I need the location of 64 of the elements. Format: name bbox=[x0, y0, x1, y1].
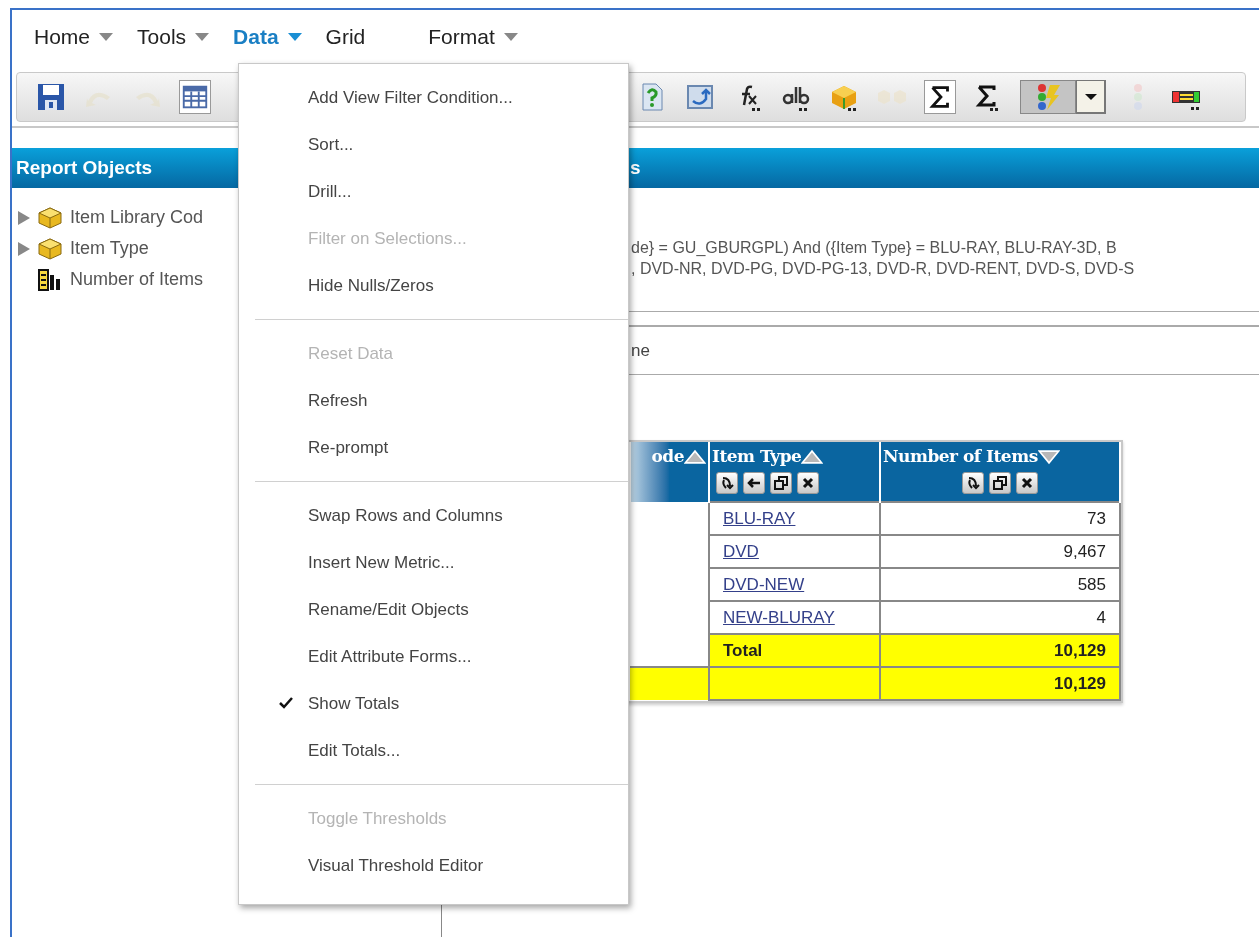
menu-item[interactable]: Hide Nulls/Zeros bbox=[308, 272, 434, 299]
cube-icon bbox=[38, 237, 62, 260]
tree-item[interactable]: Item Library Cod bbox=[70, 204, 204, 231]
window-icon bbox=[772, 473, 790, 492]
table-cell: 73 bbox=[880, 502, 1120, 535]
sort-up-icon[interactable] bbox=[684, 448, 706, 465]
filter-text: de} = GU_GBURGPL) And ({Item Type} = BLU-RAY, BLU-RAY-3D, B bbox=[631, 238, 1118, 258]
caret-icon bbox=[503, 32, 518, 41]
remove-button[interactable] bbox=[1016, 471, 1038, 494]
table-button[interactable] bbox=[179, 80, 211, 114]
window-button[interactable] bbox=[770, 471, 792, 494]
metric-icon bbox=[38, 268, 62, 291]
filter-text: , DVD-NR, DVD-PG, DVD-PG-13, DVD-R, DVD-RENT, DVD-S, DVD-S bbox=[631, 259, 1136, 279]
column-header[interactable]: ode bbox=[630, 442, 709, 502]
remove-button[interactable] bbox=[797, 471, 819, 494]
save-icon bbox=[35, 81, 67, 113]
caret-icon bbox=[287, 32, 302, 41]
caret-down-icon bbox=[1083, 92, 1098, 101]
table-cell: 10,129 bbox=[880, 667, 1120, 700]
stoplight-icon bbox=[1133, 83, 1143, 111]
item-link[interactable]: DVD bbox=[723, 541, 759, 561]
menu-item[interactable]: Grid bbox=[325, 20, 405, 53]
pivot-button[interactable] bbox=[962, 471, 984, 494]
move-left-button[interactable] bbox=[743, 471, 765, 494]
tree-item[interactable]: Item Type bbox=[70, 235, 149, 262]
column-header[interactable]: Item Type bbox=[709, 442, 880, 502]
column-header[interactable]: Number of Items bbox=[880, 442, 1120, 502]
table-cell: 10,129 bbox=[880, 634, 1120, 667]
tree-item[interactable]: Number of Items bbox=[70, 266, 204, 293]
menu-item[interactable]: Show Totals bbox=[308, 690, 400, 717]
table-cell: 4 bbox=[880, 601, 1120, 634]
row-label: ne bbox=[631, 339, 650, 362]
expand-icon[interactable] bbox=[18, 241, 30, 256]
expand-icon[interactable] bbox=[18, 210, 30, 225]
sort-up-icon[interactable] bbox=[801, 448, 824, 465]
panel-title: Report Objects bbox=[16, 155, 153, 180]
cube-icon bbox=[38, 206, 62, 229]
menu-item[interactable]: Format bbox=[428, 20, 518, 53]
sort-down-icon[interactable] bbox=[1037, 448, 1060, 465]
total-label: Total bbox=[723, 640, 763, 660]
menu-item[interactable]: Sort... bbox=[308, 131, 354, 158]
menu-item[interactable]: Home bbox=[34, 20, 114, 53]
menu-item[interactable]: Visual Threshold Editor bbox=[308, 852, 484, 879]
menu-item[interactable]: Data bbox=[233, 20, 302, 53]
menu-item[interactable]: Drill... bbox=[308, 178, 352, 205]
sum-button[interactable] bbox=[924, 80, 956, 114]
table-cell: 585 bbox=[880, 568, 1120, 601]
menu-item[interactable]: Re-prompt bbox=[308, 434, 389, 461]
menu-item[interactable]: Edit Totals... bbox=[308, 737, 401, 764]
caret-icon bbox=[99, 32, 114, 41]
caret-icon bbox=[195, 32, 210, 41]
menu-item[interactable]: Add View Filter Condition... bbox=[308, 84, 513, 111]
menu-item[interactable]: Refresh bbox=[308, 387, 368, 414]
panel-title: s bbox=[630, 155, 641, 180]
table-cell: 9,467 bbox=[880, 535, 1120, 568]
window-button[interactable] bbox=[989, 471, 1011, 494]
window-icon bbox=[991, 473, 1009, 492]
pivot-button[interactable] bbox=[716, 471, 738, 494]
caret-down-button[interactable] bbox=[1076, 80, 1106, 114]
menu-item[interactable]: Tools bbox=[137, 20, 210, 53]
menu-item[interactable]: Swap Rows and Columns bbox=[308, 502, 503, 529]
menu-item[interactable]: Edit Attribute Forms... bbox=[308, 643, 472, 670]
menu-item[interactable]: Insert New Metric... bbox=[308, 549, 455, 576]
menu-item[interactable]: Rename/Edit Objects bbox=[308, 596, 469, 623]
